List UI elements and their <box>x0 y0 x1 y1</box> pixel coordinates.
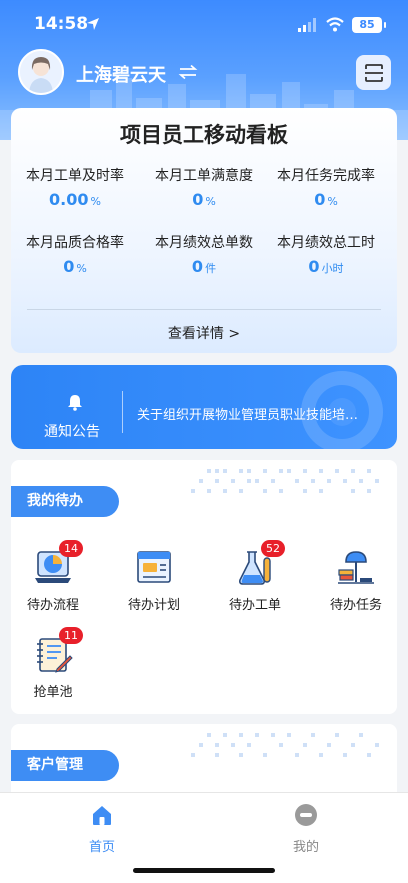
dots-decoration <box>191 733 379 757</box>
tab-label: 首页 <box>88 840 115 855</box>
notice-text[interactable]: 关于组织开展物业管理员职业技能培… <box>137 404 358 423</box>
metric-value: 0件 <box>191 257 217 276</box>
divider <box>122 391 123 433</box>
scan-icon <box>364 63 383 82</box>
todo-item-label: 待办流程 <box>26 598 79 613</box>
status-bar: 14:58 85 <box>0 14 408 38</box>
metric-label: 本月品质合格率 <box>26 235 124 251</box>
todo-item-label: 抢单池 <box>33 685 73 700</box>
user-avatar-icon <box>20 51 62 93</box>
tab-home[interactable]: 首页 <box>62 803 142 855</box>
metric-task-completion: 本月任务完成率 0% <box>262 165 390 209</box>
avatar[interactable] <box>18 49 64 95</box>
section-title-todo: 我的待办 <box>11 486 119 517</box>
metric-ontime-rate: 本月工单及时率 0.00% <box>11 165 139 209</box>
todo-item-grab-pool[interactable]: 11 抢单池 <box>11 627 98 700</box>
metric-label: 本月任务完成率 <box>277 168 375 184</box>
todo-item-process[interactable]: 14 待办流程 <box>11 540 98 613</box>
cellular-signal-icon <box>298 18 316 32</box>
metric-label: 本月绩效总单数 <box>155 235 253 251</box>
metric-quality-rate: 本月品质合格率 0% <box>11 232 139 276</box>
notice-label: 通知公告 <box>44 424 100 440</box>
tab-profile[interactable]: 我的 <box>266 803 346 855</box>
metric-perf-orders: 本月绩效总单数 0件 <box>140 232 268 276</box>
metric-value: 0.00% <box>49 190 101 209</box>
dots-decoration <box>191 469 379 493</box>
metric-unit: 小时 <box>321 262 344 275</box>
metric-unit: % <box>205 195 216 208</box>
todo-item-workorder[interactable]: 52 待办工单 <box>210 540 300 613</box>
home-icon <box>93 806 111 825</box>
divider <box>27 309 381 310</box>
status-time: 14:58 <box>34 14 89 34</box>
metric-label: 本月工单满意度 <box>155 168 253 184</box>
todo-item-label: 待办任务 <box>329 598 382 613</box>
notice-banner[interactable]: 通知公告 关于组织开展物业管理员职业技能培… <box>11 365 397 449</box>
metric-value: 0% <box>314 190 338 209</box>
view-details-link[interactable]: 查看详情 > <box>11 323 397 343</box>
todo-item-plan[interactable]: 待办计划 <box>109 548 199 613</box>
wifi-icon <box>326 17 344 32</box>
profile-icon <box>295 804 317 826</box>
desk-lamp-books-icon <box>338 551 374 584</box>
metric-label: 本月绩效总工时 <box>277 235 375 251</box>
bell-icon <box>68 395 82 411</box>
section-title-customer: 客户管理 <box>11 750 119 781</box>
todo-item-task[interactable]: 待办任务 <box>311 548 397 613</box>
battery-indicator: 85 <box>352 17 386 33</box>
metric-label: 本月工单及时率 <box>26 168 124 184</box>
metric-value: 0 小时 <box>308 257 344 276</box>
metric-unit: % <box>76 262 87 275</box>
location-arrow-icon <box>87 18 99 30</box>
home-indicator <box>133 868 275 873</box>
tab-label: 我的 <box>292 840 319 855</box>
metric-unit: % <box>327 195 338 208</box>
count-badge: 14 <box>59 540 83 557</box>
metric-unit: % <box>90 195 101 208</box>
metric-perf-hours: 本月绩效总工时 0 小时 <box>262 232 390 276</box>
metric-satisfaction: 本月工单满意度 0% <box>140 165 268 209</box>
count-badge: 52 <box>261 540 285 557</box>
todo-item-label: 待办计划 <box>127 598 180 613</box>
metric-value: 0% <box>63 257 87 276</box>
todo-card: 我的待办 14 待办流程 待办计划 52 待办工单 待办任务 11 抢单池 <box>11 460 397 714</box>
scan-button[interactable] <box>356 55 391 90</box>
metric-value: 0% <box>192 190 216 209</box>
dashboard-title: 项目员工移动看板 <box>120 123 288 147</box>
switch-arrows-icon[interactable] <box>178 64 198 80</box>
dashboard-card: 项目员工移动看板 本月工单及时率 0.00% 本月工单满意度 0% 本月任务完成… <box>11 108 397 353</box>
plan-board-icon <box>137 551 171 583</box>
metric-unit: 件 <box>205 262 217 275</box>
org-name[interactable]: 上海碧云天 <box>76 61 166 87</box>
count-badge: 11 <box>59 627 83 644</box>
todo-item-label: 待办工单 <box>228 598 281 613</box>
